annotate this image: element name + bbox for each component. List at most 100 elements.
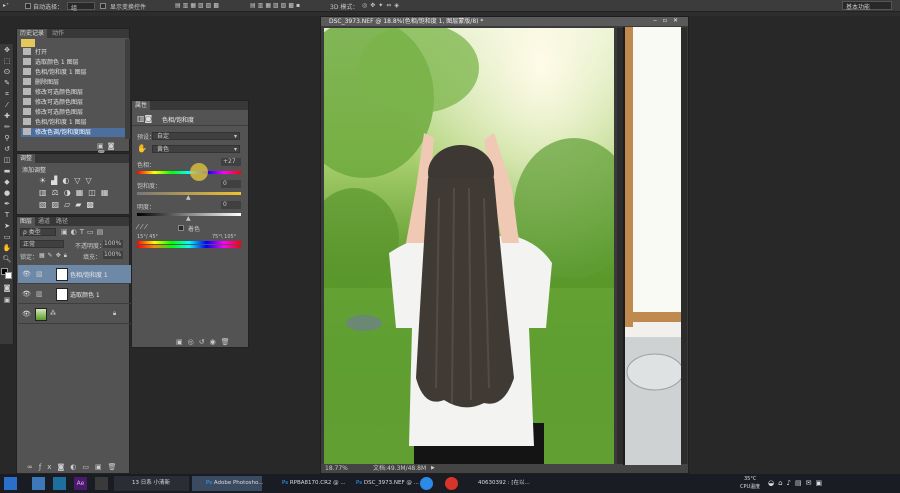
adjustment-icons-row2[interactable]: ▥⚖◑▦◫▦ bbox=[39, 188, 113, 197]
color-range-bar-bottom[interactable] bbox=[137, 245, 241, 248]
dodge-tool-icon[interactable]: ● bbox=[2, 189, 12, 198]
history-item-selected[interactable]: 修改色调/饱和度图层 bbox=[21, 128, 125, 137]
blend-mode-select[interactable]: 正常 bbox=[20, 240, 64, 248]
mask-thumbnail[interactable] bbox=[56, 288, 68, 301]
gradient-tool-icon[interactable]: ▬ bbox=[2, 167, 12, 176]
browser-icon[interactable] bbox=[420, 477, 433, 490]
healing-tool-icon[interactable]: ✚ bbox=[2, 112, 12, 121]
history-item[interactable]: 修改可选颜色图层 bbox=[21, 98, 125, 107]
eye-icon[interactable]: 👁︎ bbox=[22, 290, 31, 298]
layer-kind-filter[interactable]: ρ 类型 bbox=[20, 228, 56, 236]
preset-select[interactable]: 自定 ▾ bbox=[152, 132, 240, 140]
app-icon[interactable] bbox=[32, 477, 45, 490]
opacity-input[interactable]: 100% bbox=[103, 240, 123, 248]
doc-size[interactable]: 文档:49.3M/48.8M bbox=[373, 464, 426, 473]
taskbar-item[interactable]: Ps DSC_3973.NEF @ ... bbox=[342, 476, 419, 491]
distribute-icons[interactable]: ▤▥▦▧▨▩▪ bbox=[250, 2, 302, 9]
after-effects-icon[interactable]: Ae bbox=[74, 477, 87, 490]
align-icons[interactable]: ▤▥▦▧▨▩ bbox=[175, 2, 221, 9]
brush-tool-icon[interactable]: ✏ bbox=[2, 123, 12, 132]
taskbar-item[interactable]: 40630392 : [在以... bbox=[462, 476, 537, 491]
app-icon[interactable] bbox=[445, 477, 458, 490]
history-item[interactable]: 打开 bbox=[21, 48, 125, 57]
tab-actions[interactable]: 动作 bbox=[49, 29, 67, 38]
hue-value[interactable]: +27 bbox=[221, 158, 241, 166]
tray-icons[interactable]: ◒⌂♪▤✉▣ bbox=[768, 476, 826, 491]
type-tool-icon[interactable]: T bbox=[2, 211, 12, 220]
saturation-slider-knob[interactable]: ▲ bbox=[186, 194, 191, 201]
eraser-tool-icon[interactable]: ◫ bbox=[2, 156, 12, 165]
history-item[interactable]: 修改可选颜色图层 bbox=[21, 88, 125, 97]
layer-row[interactable]: 👁︎ ▨ 色相/饱和度 1 bbox=[18, 265, 140, 284]
pen-tool-icon[interactable]: ✒ bbox=[2, 200, 12, 209]
taskbar-item[interactable]: 13 日系 小清新 bbox=[114, 476, 189, 491]
properties-footer-icons[interactable]: ▣◎↺◉🗑︎ bbox=[176, 338, 235, 346]
eye-icon[interactable]: 👁︎ bbox=[22, 270, 31, 278]
fill-input[interactable]: 100% bbox=[103, 251, 123, 259]
document-title[interactable]: DSC_3973.NEF @ 18.8%(色相/饱和度 1, 图层蒙版/8) * bbox=[321, 17, 688, 26]
quick-select-tool-icon[interactable]: ✎ bbox=[2, 79, 12, 88]
layer-row[interactable]: 👁︎ ▥ 选取颜色 1 bbox=[18, 285, 140, 304]
history-item[interactable]: 色相/饱和度 1 图层 bbox=[21, 68, 125, 77]
history-item[interactable]: 修改可选颜色图层 bbox=[21, 108, 125, 117]
lock-icons[interactable]: ▦✎✥🔒︎ bbox=[39, 252, 70, 260]
status-arrow-icon[interactable]: ▶ bbox=[431, 464, 435, 473]
workspace-switcher[interactable]: 基本功能 bbox=[842, 1, 892, 11]
tab-history[interactable]: 历史记录 bbox=[17, 29, 48, 38]
tab-paths[interactable]: 路径 bbox=[53, 217, 71, 226]
eyedropper-tool-icon[interactable]: ⁄ bbox=[2, 101, 12, 110]
blur-tool-icon[interactable]: ◆ bbox=[2, 178, 12, 187]
lasso-tool-icon[interactable]: ⵙ bbox=[2, 68, 12, 77]
taskbar-item-active[interactable]: Ps Adobe Photosho... bbox=[192, 476, 264, 491]
history-item[interactable]: 删除图层 bbox=[21, 78, 125, 87]
colorize-checkbox[interactable] bbox=[178, 224, 184, 231]
saturation-value[interactable]: 0 bbox=[221, 180, 241, 188]
hand-tool-icon[interactable]: ✋ bbox=[2, 244, 12, 253]
photo-canvas[interactable] bbox=[324, 28, 614, 464]
filter-icons[interactable]: ▣◐T▭▤ bbox=[61, 228, 106, 236]
snapshot-thumbnail[interactable] bbox=[21, 39, 35, 47]
adjustment-icons-row3[interactable]: ▧▨▱▰▩ bbox=[39, 200, 99, 209]
hand-adjust-icon[interactable]: ✋ bbox=[137, 144, 147, 153]
transform-checkbox[interactable] bbox=[100, 2, 106, 9]
start-icon[interactable] bbox=[4, 477, 17, 490]
history-item[interactable]: 色相/饱和度 1 图层 bbox=[21, 118, 125, 127]
marquee-tool-icon[interactable]: ⬚ bbox=[2, 57, 12, 66]
auto-select-checkbox[interactable] bbox=[25, 2, 31, 9]
tab-channels[interactable]: 通道 bbox=[35, 217, 53, 226]
app-icon[interactable] bbox=[53, 477, 66, 490]
auto-select-dropdown[interactable]: 组 bbox=[67, 2, 95, 12]
second-document-preview[interactable] bbox=[623, 27, 684, 465]
adjustment-icons-row1[interactable]: ☀▟◐▽▽ bbox=[39, 176, 97, 185]
tab-properties[interactable]: 属性 bbox=[132, 101, 151, 110]
photo-thumbnail[interactable] bbox=[35, 308, 47, 321]
screen-mode-icon[interactable]: ▣ bbox=[2, 296, 12, 305]
eyedropper-icons[interactable]: ⁄⁄⁄ bbox=[137, 223, 150, 231]
move-tool-icon[interactable]: ▸⁺ bbox=[3, 2, 9, 9]
history-brush-icon[interactable]: ↺ bbox=[2, 145, 12, 154]
tab-adjustments[interactable]: 调整 bbox=[17, 154, 36, 163]
channel-select[interactable]: 黄色 ▾ bbox=[152, 145, 240, 153]
eye-icon[interactable]: 👁︎ bbox=[22, 310, 31, 318]
history-scrollbar[interactable] bbox=[125, 39, 130, 139]
quick-mask-icon[interactable]: ◙ bbox=[2, 284, 12, 293]
3d-mode-icons[interactable]: ◎✥✦⇔◈ bbox=[362, 2, 402, 9]
window-controls[interactable]: ‒▫✕ bbox=[653, 17, 684, 24]
shape-tool-icon[interactable]: ▭ bbox=[2, 233, 12, 242]
history-item[interactable]: 选取颜色 1 图层 bbox=[21, 58, 125, 67]
zoom-tool-icon[interactable]: 🔍︎ bbox=[2, 255, 12, 264]
app-icon[interactable] bbox=[95, 477, 108, 490]
mask-thumbnail[interactable] bbox=[56, 268, 68, 281]
stamp-tool-icon[interactable]: ⚲ bbox=[2, 134, 12, 143]
layers-footer-icons[interactable]: ∞ƒx◙◐▭▣🗑︎ bbox=[27, 463, 122, 471]
zoom-level[interactable]: 18.77% bbox=[325, 464, 348, 473]
tab-layers[interactable]: 图层 bbox=[17, 217, 36, 226]
taskbar-item[interactable]: Ps RPBA8170.CR2 @ ... bbox=[268, 476, 346, 491]
hue-slider-knob[interactable] bbox=[190, 163, 209, 181]
background-color[interactable] bbox=[5, 272, 12, 279]
lightness-value[interactable]: 0 bbox=[221, 201, 241, 209]
move-tool-icon[interactable]: ✥ bbox=[2, 46, 12, 55]
path-select-icon[interactable]: ➤ bbox=[2, 222, 12, 231]
hue-slider-track[interactable] bbox=[137, 171, 241, 174]
layer-row[interactable]: 👁︎ ⁂ 🔒︎ bbox=[18, 305, 140, 324]
